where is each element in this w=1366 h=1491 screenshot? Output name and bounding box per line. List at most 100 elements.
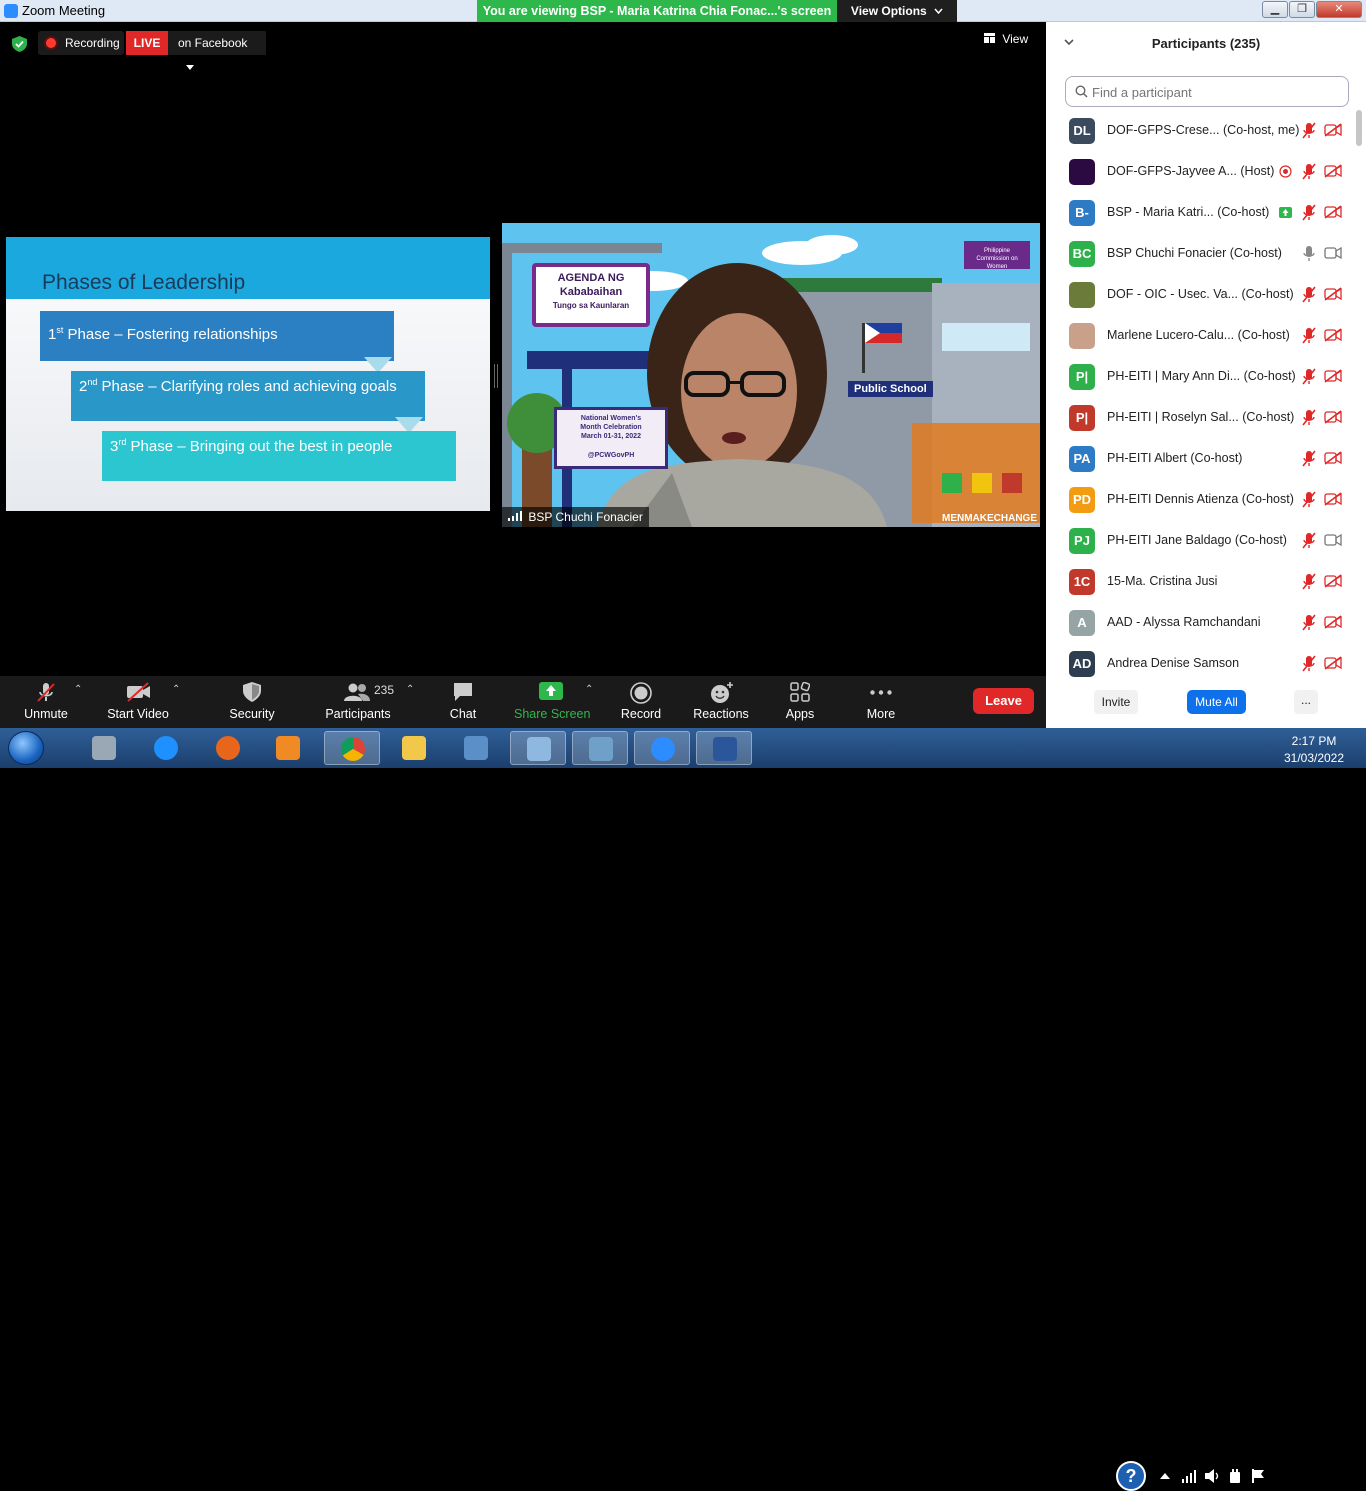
microphone-muted-icon[interactable] (1302, 204, 1316, 221)
avatar: PA (1069, 446, 1095, 472)
video-camera-off-icon[interactable] (1324, 369, 1342, 383)
participant-row[interactable]: 1C 15-Ma. Cristina Jusi (1046, 561, 1356, 602)
microphone-muted-icon[interactable] (1302, 368, 1316, 385)
video-camera-off-icon[interactable] (1324, 287, 1342, 301)
microphone-muted-icon[interactable] (1302, 491, 1316, 508)
show-hidden-icons-icon[interactable] (1160, 1472, 1170, 1480)
taskbar-file-explorer[interactable] (386, 731, 442, 765)
microphone-muted-icon[interactable] (1302, 163, 1316, 180)
taskbar-photo-viewer[interactable] (572, 731, 628, 765)
participant-row[interactable]: A AAD - Alyssa Ramchandani (1046, 602, 1356, 643)
view-button[interactable]: View (984, 32, 1028, 46)
participant-row[interactable]: DL DOF-GFPS-Crese... (Co-host, me) (1046, 110, 1356, 151)
chat-button[interactable]: Chat (440, 680, 486, 726)
participant-row[interactable]: DOF-GFPS-Jayvee A... (Host) (1046, 151, 1356, 192)
participant-role: (Host) (1240, 164, 1275, 178)
microphone-muted-icon[interactable] (1302, 327, 1316, 344)
taskbar-calculator[interactable] (76, 731, 132, 765)
participants-options-caret-icon[interactable]: ⌃ (406, 684, 414, 695)
live-on-facebook-dropdown[interactable]: on Facebook (168, 31, 266, 70)
microphone-muted-icon[interactable] (1302, 655, 1316, 672)
participant-row[interactable]: DOF - OIC - Usec. Va... (Co-host) (1046, 274, 1356, 315)
start-video-button[interactable]: Start Video (104, 680, 172, 726)
video-camera-off-icon[interactable] (1324, 205, 1342, 219)
participant-row[interactable]: PJ PH-EITI Jane Baldago (Co-host) (1046, 520, 1356, 561)
recording-indicator[interactable]: Recording (38, 31, 124, 55)
participant-row[interactable]: Marlene Lucero-Calu... (Co-host) (1046, 315, 1356, 356)
share-options-caret-icon[interactable]: ⌃ (585, 684, 593, 695)
video-camera-off-icon[interactable] (1324, 615, 1342, 629)
taskbar-remote-desktop[interactable] (448, 731, 504, 765)
participant-search-box[interactable] (1065, 76, 1349, 107)
volume-icon[interactable] (1205, 1469, 1221, 1483)
video-camera-off-icon[interactable] (1324, 410, 1342, 424)
taskbar-chrome[interactable] (324, 731, 380, 765)
taskbar-control-panel[interactable] (510, 731, 566, 765)
participants-button[interactable]: 235 Participants (322, 680, 394, 726)
reactions-button[interactable]: Reactions (690, 680, 752, 726)
participant-row[interactable]: PD PH-EITI Dennis Atienza (Co-host) (1046, 479, 1356, 520)
clock-date[interactable]: 31/03/2022 (1280, 751, 1348, 765)
video-camera-off-icon[interactable] (1324, 574, 1342, 588)
participant-row[interactable]: P| PH-EITI | Roselyn Sal... (Co-host) (1046, 397, 1356, 438)
minimize-button[interactable]: ▁ (1262, 1, 1288, 18)
clock-time[interactable]: 2:17 PM (1284, 734, 1344, 748)
audio-options-caret-icon[interactable]: ⌃ (74, 684, 82, 695)
video-camera-off-icon[interactable] (1324, 123, 1342, 137)
microphone-muted-icon[interactable] (1302, 409, 1316, 426)
participant-row[interactable]: B- BSP - Maria Katri... (Co-host) (1046, 192, 1356, 233)
microphone-muted-icon[interactable] (1302, 614, 1316, 631)
taskbar-firefox[interactable] (200, 731, 256, 765)
participant-row[interactable]: AD Andrea Denise Samson (1046, 643, 1356, 678)
folder-icon (402, 736, 426, 760)
taskbar-internet-explorer[interactable] (138, 731, 194, 765)
avatar: 1C (1069, 569, 1095, 595)
panel-resize-handle[interactable] (494, 364, 498, 388)
taskbar-word[interactable] (696, 731, 752, 765)
video-options-caret-icon[interactable]: ⌃ (172, 684, 180, 695)
video-camera-off-icon[interactable] (1324, 328, 1342, 342)
panel-more-button[interactable]: ... (1294, 690, 1318, 714)
microphone-muted-icon[interactable] (1302, 532, 1316, 549)
video-camera-icon[interactable] (1324, 533, 1342, 547)
more-button[interactable]: More (858, 680, 904, 726)
invite-button[interactable]: Invite (1094, 690, 1138, 714)
speaker-video-tile[interactable]: AGENDA NG Kababaihan Tungo sa Kaunlaran … (502, 223, 1040, 527)
microphone-muted-icon[interactable] (1302, 450, 1316, 467)
encryption-shield-icon[interactable] (12, 36, 27, 52)
video-camera-icon[interactable] (1324, 246, 1342, 260)
security-shield-icon (243, 682, 261, 702)
mute-all-button[interactable]: Mute All (1187, 690, 1246, 714)
taskbar-zoom[interactable] (634, 731, 690, 765)
video-camera-off-icon[interactable] (1324, 164, 1342, 178)
leave-button[interactable]: Leave (973, 688, 1034, 714)
network-signal-icon[interactable] (1182, 1469, 1196, 1483)
microphone-icon[interactable] (1302, 245, 1316, 262)
participant-row[interactable]: P| PH-EITI | Mary Ann Di... (Co-host) (1046, 356, 1356, 397)
security-button[interactable]: Security (222, 680, 282, 726)
video-camera-off-icon[interactable] (1324, 656, 1342, 670)
microphone-muted-icon[interactable] (1302, 573, 1316, 590)
participant-row[interactable]: BC BSP Chuchi Fonacier (Co-host) (1046, 233, 1356, 274)
participant-search-input[interactable] (1092, 82, 1342, 102)
help-icon[interactable]: ? (1116, 1461, 1146, 1491)
record-button[interactable]: Record (616, 680, 666, 726)
taskbar-media-player[interactable] (260, 731, 316, 765)
unmute-button[interactable]: Unmute (14, 680, 78, 726)
participant-list-scrollbar[interactable] (1356, 110, 1362, 146)
participant-row[interactable]: PA PH-EITI Albert (Co-host) (1046, 438, 1356, 479)
action-center-flag-icon[interactable] (1251, 1469, 1265, 1483)
share-screen-button[interactable]: Share Screen (514, 680, 590, 726)
apps-button[interactable]: Apps (776, 680, 824, 726)
shared-screen[interactable]: Phases of Leadership 1st Phase – Fosteri… (6, 213, 490, 535)
video-camera-off-icon[interactable] (1324, 492, 1342, 506)
video-camera-off-icon[interactable] (1324, 451, 1342, 465)
restore-button[interactable]: ❐ (1289, 1, 1315, 18)
power-icon[interactable] (1229, 1469, 1241, 1483)
view-options-button[interactable]: View Options (837, 0, 957, 22)
participant-role: (Co-host) (1190, 451, 1243, 465)
windows-start-button[interactable] (8, 731, 44, 765)
microphone-muted-icon[interactable] (1302, 122, 1316, 139)
close-button[interactable]: ✕ (1316, 1, 1362, 18)
microphone-muted-icon[interactable] (1302, 286, 1316, 303)
